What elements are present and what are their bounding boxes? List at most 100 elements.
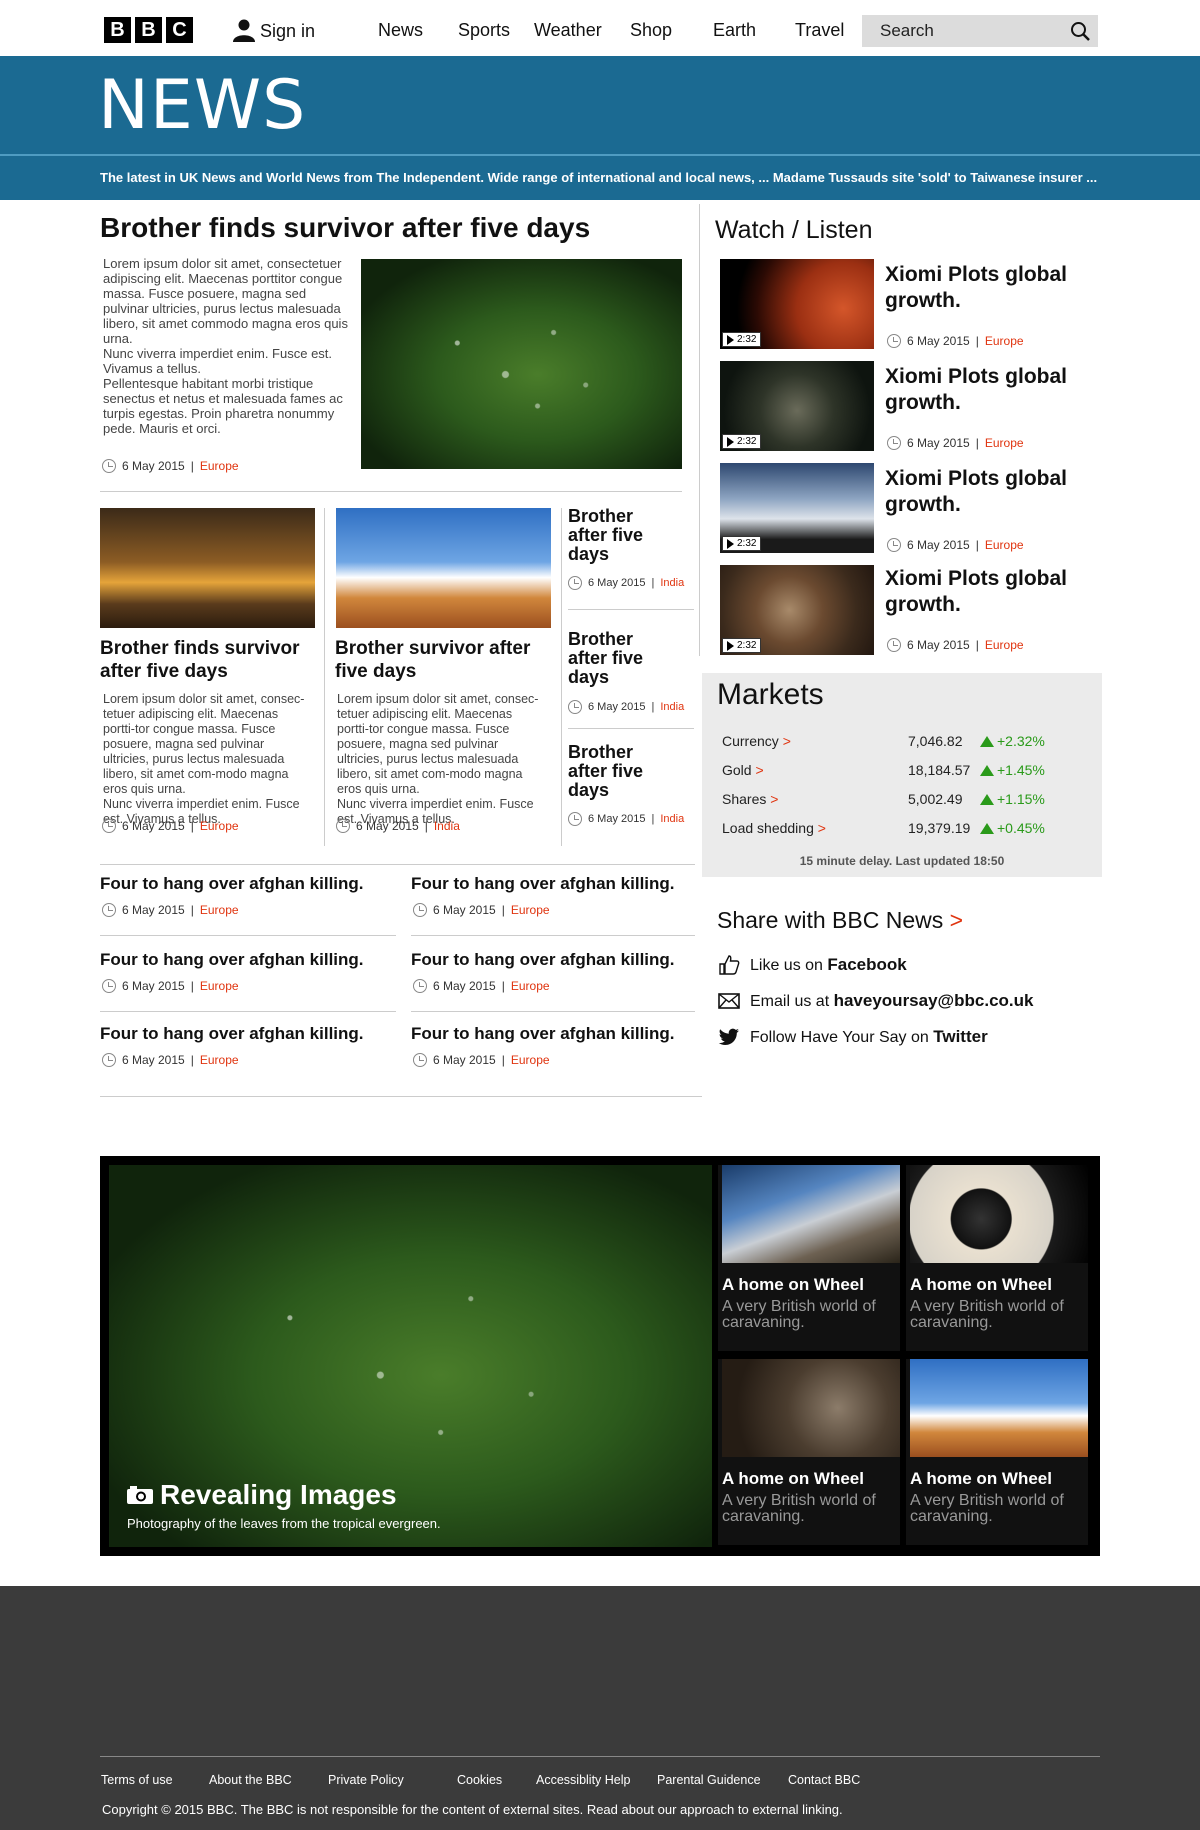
footer-link-contact[interactable]: Contact BBC — [788, 1773, 860, 1787]
gallery-tile[interactable]: A home on Wheel A very British world of … — [718, 1165, 900, 1351]
nav-sports[interactable]: Sports — [458, 20, 510, 41]
video-duration: 2:32 — [722, 638, 762, 653]
clock-icon — [887, 334, 901, 348]
nav-travel[interactable]: Travel — [795, 20, 844, 41]
sign-in-label: Sign in — [260, 21, 316, 41]
short-headline[interactable]: Four to hang over afghan killing. — [411, 874, 675, 894]
nav-earth[interactable]: Earth — [713, 20, 756, 41]
region-tag[interactable]: India — [434, 819, 460, 833]
gallery-tile[interactable]: A home on Wheel A very British world of … — [906, 1359, 1088, 1545]
region-tag[interactable]: Europe — [511, 1053, 550, 1067]
lead-headline[interactable]: Brother finds survivor after five days — [100, 212, 590, 244]
nav-news[interactable]: News — [378, 20, 423, 41]
story-body: Lorem ipsum dolor sit amet, consec-tetue… — [103, 692, 305, 826]
story-headline[interactable]: Brother finds survivor after five days — [100, 637, 310, 683]
user-icon — [233, 19, 255, 42]
story-headline[interactable]: Brother survivor after five days — [335, 637, 545, 683]
markets-panel: Markets Currency > 7,046.82 +2.32% Gold … — [702, 673, 1102, 877]
market-row[interactable]: Gold > 18,184.57 +1.45% — [722, 762, 1082, 778]
date: 6 May 2015 — [122, 903, 185, 917]
video-thumb[interactable]: 2:32 — [720, 361, 874, 451]
market-row[interactable]: Shares > 5,002.49 +1.15% — [722, 791, 1082, 807]
sign-in-link[interactable]: Sign in — [232, 18, 315, 42]
separator: | — [975, 334, 979, 348]
twitter-link[interactable]: Follow Have Your Say on Twitter — [718, 1027, 988, 1047]
short-headline[interactable]: Four to hang over afghan killing. — [411, 1024, 675, 1044]
region-tag[interactable]: Europe — [200, 903, 239, 917]
video-thumb[interactable]: 2:32 — [720, 463, 874, 553]
footer-link-cookies[interactable]: Cookies — [457, 1773, 502, 1787]
footer-link-about[interactable]: About the BBC — [209, 1773, 292, 1787]
bbc-logo[interactable]: B B C — [104, 17, 193, 43]
region-tag[interactable]: Europe — [985, 538, 1024, 552]
nav-weather[interactable]: Weather — [534, 20, 602, 41]
divider — [100, 864, 695, 865]
story-image-motocross[interactable] — [336, 508, 551, 628]
gallery-main-title[interactable]: Revealing Images — [126, 1479, 397, 1511]
video-headline[interactable]: Xiomi Plots global growth. — [885, 466, 1090, 518]
search-input[interactable]: Search — [862, 15, 1098, 47]
gallery-tile[interactable]: A home on Wheel A very British world of … — [906, 1165, 1088, 1351]
region-tag[interactable]: Europe — [200, 459, 239, 473]
divider — [100, 1011, 396, 1012]
region-tag[interactable]: India — [660, 577, 684, 589]
market-value: 7,046.82 — [908, 733, 963, 749]
region-tag[interactable]: Europe — [200, 819, 239, 833]
arrow-up-icon — [980, 764, 994, 776]
region-tag[interactable]: Europe — [200, 1053, 239, 1067]
mini-headline[interactable]: Brother after five days — [568, 630, 668, 687]
facebook-link[interactable]: Like us on Facebook — [718, 955, 907, 975]
video-thumb[interactable]: 2:32 — [720, 565, 874, 655]
market-row[interactable]: Currency > 7,046.82 +2.32% — [722, 733, 1082, 749]
video-thumb[interactable]: 2:32 — [720, 259, 874, 349]
footer-link-accessibility[interactable]: Accessiblity Help — [536, 1773, 630, 1787]
region-tag[interactable]: Europe — [985, 334, 1024, 348]
clock-icon — [568, 812, 582, 826]
separator: | — [501, 903, 505, 917]
separator: | — [190, 1053, 194, 1067]
region-tag[interactable]: Europe — [985, 436, 1024, 450]
video-headline[interactable]: Xiomi Plots global growth. — [885, 262, 1090, 314]
chevron-right-icon: > — [949, 907, 964, 933]
region-tag[interactable]: Europe — [200, 979, 239, 993]
date: 6 May 2015 — [907, 436, 970, 450]
short-meta: 6 May 2015 | Europe — [413, 979, 550, 993]
short-headline[interactable]: Four to hang over afghan killing. — [411, 950, 675, 970]
email-address: haveyoursay@bbc.co.uk — [833, 991, 1034, 1010]
clock-icon — [102, 903, 116, 917]
news-ticker[interactable]: The latest in UK News and World News fro… — [100, 170, 1097, 185]
divider — [100, 491, 682, 492]
market-row[interactable]: Load shedding > 19,379.19 +0.45% — [722, 820, 1082, 836]
region-tag[interactable]: India — [660, 701, 684, 713]
email-link[interactable]: Email us at haveyoursay@bbc.co.uk — [718, 991, 1033, 1011]
markets-note: 15 minute delay. Last updated 18:50 — [799, 854, 1005, 868]
mini-headline[interactable]: Brother after five days — [568, 507, 668, 564]
short-headline[interactable]: Four to hang over afghan killing. — [100, 874, 364, 894]
lead-image[interactable] — [361, 259, 682, 469]
story-image-soldier[interactable] — [100, 508, 315, 628]
region-tag[interactable]: India — [660, 813, 684, 825]
footer-divider — [100, 1756, 1100, 1757]
video-meta: 6 May 2015 | Europe — [887, 436, 1024, 450]
logo-letter: C — [166, 17, 193, 43]
search-icon[interactable] — [1070, 21, 1090, 41]
region-tag[interactable]: Europe — [985, 638, 1024, 652]
video-headline[interactable]: Xiomi Plots global growth. — [885, 566, 1090, 618]
short-meta: 6 May 2015 | Europe — [413, 1053, 550, 1067]
column-divider — [324, 508, 325, 846]
chevron-right-icon: > — [817, 820, 826, 836]
gallery-tile[interactable]: A home on Wheel A very British world of … — [718, 1359, 900, 1545]
share-title: Share with BBC News > — [717, 907, 963, 934]
video-headline[interactable]: Xiomi Plots global growth. — [885, 364, 1090, 416]
region-tag[interactable]: Europe — [511, 979, 550, 993]
region-tag[interactable]: Europe — [511, 903, 550, 917]
footer-link-privacy[interactable]: Private Policy — [328, 1773, 404, 1787]
nav-shop[interactable]: Shop — [630, 20, 672, 41]
short-headline[interactable]: Four to hang over afghan killing. — [100, 1024, 364, 1044]
separator: | — [190, 979, 194, 993]
footer-link-parental[interactable]: Parental Guidence — [657, 1773, 761, 1787]
short-headline[interactable]: Four to hang over afghan killing. — [100, 950, 364, 970]
separator: | — [651, 701, 655, 713]
mini-headline[interactable]: Brother after five days — [568, 743, 668, 800]
footer-link-terms[interactable]: Terms of use — [101, 1773, 173, 1787]
